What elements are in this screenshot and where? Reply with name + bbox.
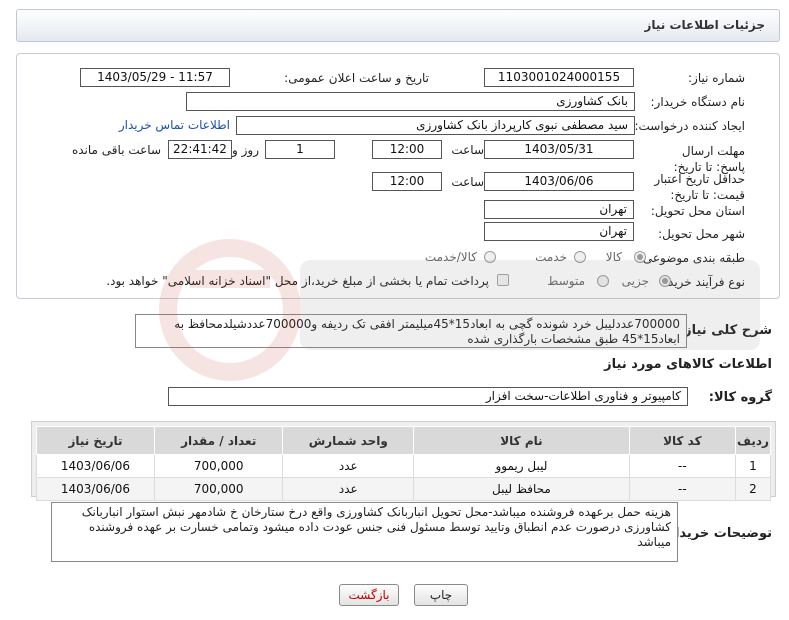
- contact-info-link[interactable]: اطلاعات تماس خریدار: [119, 118, 230, 132]
- buyer-org-field: بانک کشاورزی: [186, 92, 635, 111]
- category-service-radio[interactable]: [574, 251, 586, 263]
- cell-qty: 700,000: [153, 454, 284, 478]
- treasury-payment-note: پرداخت تمام یا بخشی از مبلغ خرید،از محل …: [106, 274, 489, 288]
- requester-label: ایجاد کننده درخواست:: [634, 119, 745, 133]
- city-label: شهر محل تحویل:: [658, 227, 745, 241]
- goods-table-wrapper: ردیف کد کالا نام کالا واحد شمارش تعداد /…: [31, 421, 776, 501]
- city-field: تهران: [484, 222, 634, 241]
- need-number-field: 1103001024000155: [484, 68, 634, 87]
- buyer-notes-label: توضیحات خریدار:: [662, 526, 772, 541]
- col-unit: واحد شمارش: [282, 426, 415, 455]
- page-title: جزئیات اطلاعات نیاز: [644, 18, 765, 32]
- remaining-time-field: 22:41:42: [168, 140, 232, 159]
- col-code: کد کالا: [628, 426, 736, 455]
- validity-time-field: 12:00: [372, 172, 442, 191]
- send-time-label: ساعت: [451, 143, 484, 157]
- process-medium-radio[interactable]: [597, 275, 609, 287]
- days-field: 1: [265, 140, 335, 159]
- category-both-radio[interactable]: [484, 251, 496, 263]
- announce-field: 1403/05/29 - 11:57: [80, 68, 230, 87]
- category-goods-radio[interactable]: [634, 251, 646, 263]
- price-validity-label: حداقل تاریخ اعتبار قیمت: تا تاریخ:: [654, 172, 745, 202]
- col-qty: تعداد / مقدار: [153, 426, 284, 455]
- category-service-label: خدمت: [535, 250, 567, 264]
- process-minor-label: جزیی: [621, 274, 649, 288]
- day-and-label: روز و: [232, 143, 259, 157]
- announce-label: تاریخ و ساعت اعلان عمومی:: [284, 71, 429, 85]
- cell-unit: عدد: [282, 477, 415, 501]
- col-date: تاریخ نیاز: [36, 426, 155, 455]
- cell-code: --: [628, 477, 736, 501]
- category-both-label: کالا/خدمت: [424, 250, 477, 264]
- treasury-payment-checkbox[interactable]: [497, 274, 509, 286]
- page-header: جزئیات اطلاعات نیاز: [16, 9, 780, 42]
- print-button[interactable]: چاپ: [414, 584, 468, 606]
- remaining-time-label: ساعت باقی مانده: [71, 143, 161, 157]
- table-row: 2 -- محافظ لیبل عدد 700,000 1403/06/06: [36, 477, 772, 501]
- goods-table: ردیف کد کالا نام کالا واحد شمارش تعداد /…: [36, 426, 772, 501]
- buyer-notes-text: هزینه حمل برعهده فروشنده میباشد-محل تحوی…: [51, 502, 678, 562]
- table-row: 1 -- لیبل ریموو عدد 700,000 1403/06/06: [36, 454, 772, 478]
- cell-date: 1403/06/06: [36, 454, 155, 478]
- province-label: استان محل تحویل:: [650, 204, 745, 218]
- goods-section-title: اطلاعات کالاهای مورد نیاز: [604, 357, 772, 372]
- send-time-field: 12:00: [372, 140, 442, 159]
- process-type-label: نوع فرآیند خرید :: [660, 275, 745, 289]
- buyer-org-label: نام دستگاه خریدار:: [650, 95, 746, 109]
- cell-code: --: [628, 454, 736, 478]
- cell-row: 1: [734, 454, 772, 478]
- goods-group-label: گروه کالا:: [708, 390, 772, 405]
- cell-qty: 700,000: [153, 477, 284, 501]
- validity-time-label: ساعت: [451, 175, 484, 189]
- back-button[interactable]: بازگشت: [339, 584, 399, 606]
- cell-name: محافظ لیبل: [413, 477, 630, 501]
- cell-row: 2: [734, 477, 772, 501]
- process-minor-radio[interactable]: [659, 275, 671, 287]
- process-medium-label: متوسط: [547, 274, 585, 288]
- category-label: طبقه بندی موضوعی:: [638, 251, 745, 265]
- province-field: تهران: [484, 200, 634, 219]
- need-number-label: شماره نیاز:: [688, 71, 745, 85]
- cell-date: 1403/06/06: [36, 477, 155, 501]
- category-goods-label: کالا: [605, 250, 622, 264]
- validity-date-field: 1403/06/06: [484, 172, 634, 191]
- send-date-field: 1403/05/31: [484, 140, 634, 159]
- cell-name: لیبل ریموو: [413, 454, 630, 478]
- col-name: نام کالا: [413, 426, 630, 455]
- requester-field: سید مصطفی نبوی کارپرداز بانک کشاورزی: [236, 116, 635, 135]
- goods-group-field: کامپیوتر و فناوری اطلاعات-سخت افزار: [168, 387, 688, 406]
- col-row: ردیف: [734, 426, 772, 455]
- cell-unit: عدد: [282, 454, 415, 478]
- summary-text: 700000عددلیبل خرد شونده گچی به ابعاد15*4…: [135, 314, 687, 348]
- summary-label: شرح کلی نیاز:: [678, 323, 772, 338]
